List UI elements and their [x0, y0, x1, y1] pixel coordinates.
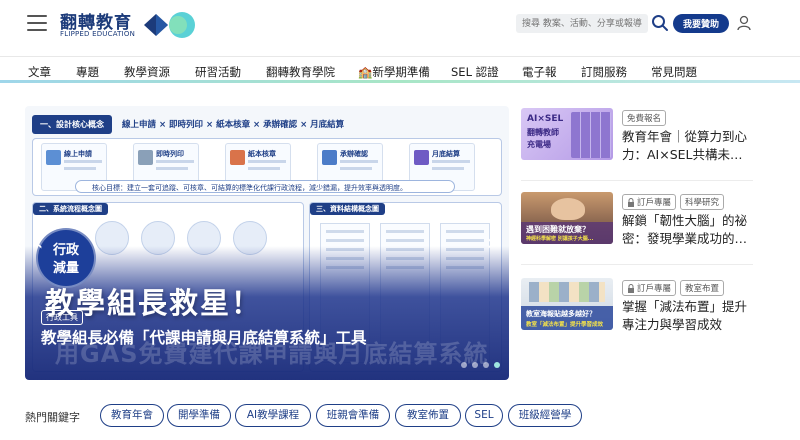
keyword-chip[interactable]: 班級經營學	[508, 404, 582, 427]
article-card[interactable]: 教室海報貼越多越好？ 教室「減法布置」提升學習成效 訂戶專屬 教室布置 掌握「減…	[521, 278, 761, 358]
thumb-speaker-photos	[571, 112, 611, 158]
logo-subtitle: FLIPPED EDUCATION	[60, 30, 136, 38]
card-divider	[521, 180, 753, 181]
site-logo[interactable]: 翻轉教育 FLIPPED EDUCATION	[60, 8, 200, 42]
hot-keywords-label: 熱門關鍵字	[25, 411, 80, 424]
article-card[interactable]: AI×SEL 翻轉教師 充電場 免費報名 教育年會｜從算力到心力：AI×SEL共…	[521, 108, 761, 188]
hero-goal-text: 核心目標：建立一套可追蹤、可核章、可結算的標準化代課行政流程，減少錯漏，提升效率…	[75, 180, 455, 193]
article-tag[interactable]: 訂戶專屬	[622, 194, 677, 210]
thumb-text: 遇到困難就放棄？	[526, 225, 590, 234]
keyword-chip[interactable]: 教室佈置	[395, 404, 461, 427]
lock-icon	[628, 283, 634, 293]
keyword-chip[interactable]: AI教學課程	[235, 404, 311, 427]
nav-item-academy[interactable]: 翻轉教育學院	[266, 64, 335, 80]
thumb-text: 充電場	[527, 140, 551, 149]
search-icon[interactable]	[651, 14, 669, 32]
article-tags: 訂戶專屬 科學研究	[622, 194, 725, 210]
carousel-dot[interactable]	[461, 362, 467, 368]
thumb-person	[551, 198, 585, 220]
hero-headline[interactable]: 教學組長必備「代課申請與月底結算系統」工具	[41, 326, 367, 348]
article-tags: 免費報名	[622, 110, 667, 126]
article-title[interactable]: 教育年會｜從算力到心力：AI×SEL共構未…	[622, 128, 754, 164]
carousel-dot[interactable]	[483, 362, 489, 368]
thumb-classroom-wall	[529, 282, 605, 302]
article-tag[interactable]: 科學研究	[680, 194, 725, 210]
hero-category-badge[interactable]: 行政工具	[41, 310, 83, 325]
thumb-text: 神經科學解密 別讓孩子大腦...	[526, 236, 594, 242]
article-card[interactable]: 遇到困難就放棄？ 神經科學解密 別讓孩子大腦... 訂戶專屬 科學研究 解鎖「韌…	[521, 192, 761, 272]
nav-item-topics[interactable]: 專題	[76, 64, 99, 80]
thumb-text: 教室海報貼越多越好？	[526, 310, 596, 318]
article-thumbnail[interactable]: 遇到困難就放棄？ 神經科學解密 別讓孩子大腦...	[521, 192, 613, 244]
donate-button[interactable]: 我要贊助	[673, 14, 729, 33]
lock-icon	[628, 197, 634, 207]
article-tag[interactable]: 教室布置	[680, 280, 725, 296]
main-nav: 文章 專題 教學資源 研習活動 翻轉教育學院 🏫新學期準備 SEL 認證 電子報…	[0, 56, 800, 82]
nav-gradient-divider	[0, 80, 800, 83]
hero-strip-flow: 線上申請 × 即時列印 × 紙本核章 × 承辦確認 × 月底結算	[122, 120, 345, 130]
article-title[interactable]: 解鎖「韌性大腦」的祕密：發現學業成功的…	[622, 212, 754, 248]
article-tags: 訂戶專屬 教室布置	[622, 280, 725, 296]
chevron-right-icon[interactable]: ›	[482, 233, 500, 255]
article-thumbnail[interactable]: 教室海報貼越多越好？ 教室「減法布置」提升學習成效	[521, 278, 613, 330]
thumb-text: AI×SEL	[527, 114, 564, 124]
keyword-chip[interactable]: 開學準備	[167, 404, 231, 427]
tag-circle-line: 減量	[52, 261, 79, 276]
card-divider	[521, 264, 753, 265]
nav-item-new-semester[interactable]: 🏫新學期準備	[358, 64, 430, 80]
article-tag-label: 訂戶專屬	[637, 198, 672, 208]
article-tag[interactable]: 訂戶專屬	[622, 280, 677, 296]
carousel-dot-active[interactable]	[494, 362, 500, 368]
article-title[interactable]: 掌握「減法布置」提升專注力與學習成效	[622, 298, 754, 334]
thumb-text: 翻轉教師	[527, 128, 559, 137]
thumb-text: 教室「減法布置」提升學習成效	[526, 322, 604, 328]
site-header: 翻轉教育 FLIPPED EDUCATION 我要贊助	[0, 0, 800, 50]
hero-diagram-strip: 一、設計核心概念 線上申請 × 即時列印 × 紙本核章 × 承辦確認 × 月底結…	[32, 113, 502, 135]
hero-strip-label: 一、設計核心概念	[32, 114, 112, 134]
keyword-chip[interactable]: SEL	[465, 404, 503, 427]
nav-item-subscription[interactable]: 訂閱服務	[581, 64, 627, 80]
user-icon[interactable]	[737, 15, 751, 31]
hamburger-icon[interactable]	[27, 15, 47, 31]
chevron-left-icon[interactable]: ‹	[30, 233, 48, 255]
article-tag-label: 訂戶專屬	[637, 284, 672, 294]
search-input[interactable]	[516, 14, 648, 33]
logo-mark-icon	[144, 12, 195, 38]
left-diagram-head: 二、系統流程概念圖	[33, 203, 108, 215]
keyword-chip[interactable]: 班親會準備	[316, 404, 390, 427]
right-diagram-head: 三、資料結構概念圖	[310, 203, 385, 215]
article-tag[interactable]: 免費報名	[622, 110, 667, 126]
article-thumbnail[interactable]: AI×SEL 翻轉教師 充電場	[521, 108, 613, 160]
nav-item-newsletter[interactable]: 電子報	[522, 64, 557, 80]
nav-item-sel-cert[interactable]: SEL 認證	[451, 64, 499, 80]
nav-item-faq[interactable]: 常見問題	[651, 64, 697, 80]
nav-item-articles[interactable]: 文章	[28, 64, 51, 80]
nav-item-workshops[interactable]: 研習活動	[195, 64, 241, 80]
nav-item-teaching-resources[interactable]: 教學資源	[124, 64, 170, 80]
keyword-chip[interactable]: 教育年會	[100, 404, 164, 427]
carousel-dot[interactable]	[472, 362, 478, 368]
